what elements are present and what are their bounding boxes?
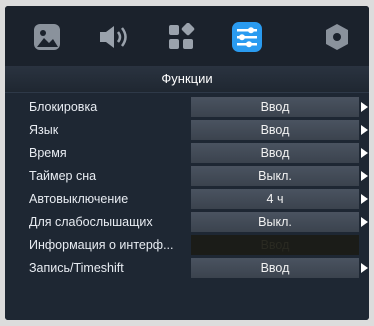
setting-row-recording[interactable]: Запись/Timeshift Ввод [5, 257, 369, 280]
tab-system[interactable] [319, 20, 355, 54]
tab-sound[interactable] [97, 20, 133, 54]
setting-label: Язык [29, 122, 59, 137]
setting-value[interactable]: Выкл. [191, 211, 359, 232]
setting-label: Запись/Timeshift [29, 260, 124, 275]
setting-row-lock[interactable]: Блокировка Ввод [5, 96, 369, 119]
setting-label: Для слабослышащих [29, 214, 153, 229]
tab-picture[interactable] [29, 20, 65, 54]
arrow-right-icon [361, 147, 368, 158]
setting-row-language[interactable]: Язык Ввод [5, 119, 369, 142]
arrow-right-icon [361, 216, 368, 227]
speaker-icon [100, 26, 127, 48]
section-title: Функции [5, 66, 369, 93]
setting-value[interactable]: Ввод [191, 119, 359, 140]
setting-value[interactable]: Ввод [191, 97, 359, 117]
arrow-right-icon [361, 262, 368, 273]
hexagon-icon [326, 24, 348, 50]
arrow-right-icon [361, 102, 368, 112]
settings-list: Блокировка Ввод Язык Ввод Время Ввод Тай… [5, 96, 369, 280]
tab-channels[interactable] [163, 20, 199, 54]
setting-label: Автовыключение [29, 191, 129, 206]
tab-functions[interactable] [229, 20, 265, 73]
setting-value[interactable]: Ввод [191, 142, 359, 163]
setting-label: Время [29, 145, 67, 160]
setting-label: Таймер сна [29, 168, 97, 183]
picture-icon [34, 24, 60, 50]
setting-row-hearing-impaired[interactable]: Для слабослышащих Выкл. [5, 211, 369, 234]
setting-label: Блокировка [29, 100, 98, 114]
setting-row-auto-off[interactable]: Автовыключение 4 ч [5, 188, 369, 211]
arrow-right-icon [361, 170, 368, 181]
channels-icon [169, 23, 195, 49]
setting-value-disabled: Ввод [191, 234, 359, 255]
setting-row-interface-info: Информация о интерф... Ввод [5, 234, 369, 257]
setting-value[interactable]: Ввод [191, 257, 359, 278]
tab-bar [5, 6, 369, 73]
tv-menu-screen: Функции Блокировка Ввод Язык Ввод Время … [5, 6, 369, 320]
footer-bar [5, 302, 369, 320]
setting-label: Информация о интерф... [29, 237, 174, 252]
setting-row-time[interactable]: Время Ввод [5, 142, 369, 165]
setting-value[interactable]: Выкл. [191, 165, 359, 186]
setting-value[interactable]: 4 ч [191, 188, 359, 209]
sliders-icon [232, 22, 262, 52]
arrow-right-icon [361, 124, 368, 135]
setting-row-sleep-timer[interactable]: Таймер сна Выкл. [5, 165, 369, 188]
arrow-right-icon [361, 193, 368, 204]
